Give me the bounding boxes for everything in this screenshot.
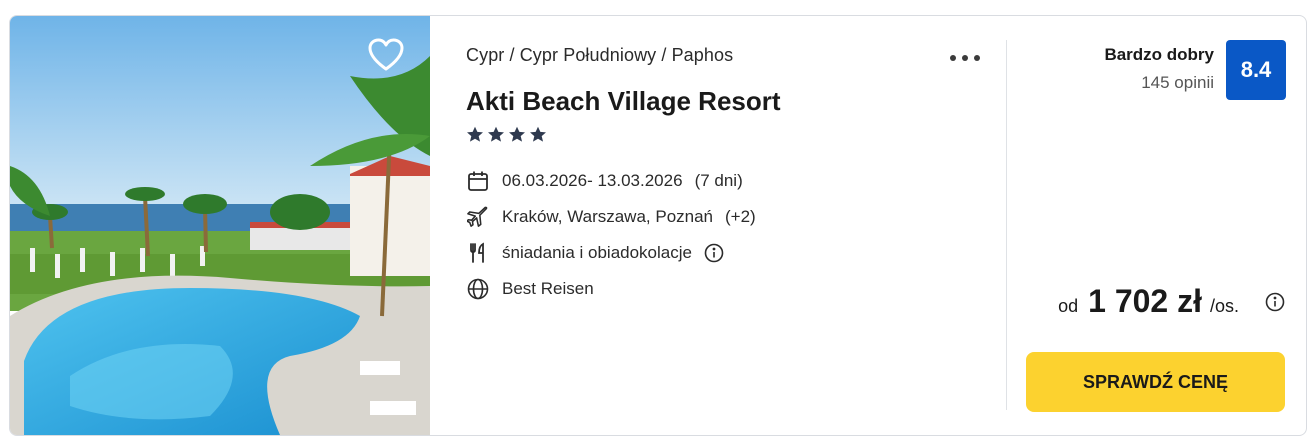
board-row: śniadania i obiadokolacje xyxy=(466,241,724,265)
hotel-stars xyxy=(466,126,547,143)
travel-dates: 06.03.2026- 13.03.2026 xyxy=(502,171,683,190)
rating-label: Bardzo dobry xyxy=(1104,45,1214,64)
rating-score-badge: 8.4 xyxy=(1226,40,1286,100)
departure-cities: Kraków, Warszawa, Poznań xyxy=(502,207,714,226)
star-icon xyxy=(488,126,504,142)
dates-row: 06.03.2026- 13.03.2026 (7 dni) xyxy=(466,169,743,193)
review-count[interactable]: 145 opinii xyxy=(1141,73,1214,93)
board-type: śniadania i obiadokolacje xyxy=(502,243,692,262)
location-breadcrumb[interactable]: Cypr / Cypr Południowy / Paphos xyxy=(466,45,733,66)
travel-duration: (7 dni) xyxy=(694,171,743,190)
favorite-heart-icon[interactable] xyxy=(368,38,404,72)
cutlery-icon xyxy=(466,241,490,265)
info-icon[interactable] xyxy=(704,243,724,263)
tour-operator: Best Reisen xyxy=(502,279,594,298)
more-options-icon[interactable] xyxy=(948,46,982,68)
globe-icon xyxy=(466,277,490,301)
operator-row: Best Reisen xyxy=(466,277,594,301)
check-price-button[interactable]: SPRAWDŹ CENĘ xyxy=(1026,352,1285,412)
divider xyxy=(1006,40,1007,410)
departure-more[interactable]: (+2) xyxy=(725,207,756,227)
price-block: od 1 702 zł /os. xyxy=(1058,283,1285,320)
hotel-photo-illustration xyxy=(10,16,430,435)
departure-row: Kraków, Warszawa, Poznań (+2) xyxy=(466,205,756,229)
hotel-name[interactable]: Akti Beach Village Resort xyxy=(466,86,781,117)
hotel-photo[interactable] xyxy=(10,16,430,435)
offer-card[interactable]: Cypr / Cypr Południowy / Paphos Akti Bea… xyxy=(9,15,1307,436)
calendar-icon xyxy=(466,169,490,193)
star-icon xyxy=(509,126,525,142)
offer-details: Cypr / Cypr Południowy / Paphos Akti Bea… xyxy=(466,16,1006,435)
star-icon xyxy=(530,126,546,142)
price-suffix: /os. xyxy=(1209,296,1239,316)
plane-icon xyxy=(466,205,490,229)
price-amount: 1 702 zł xyxy=(1088,283,1202,319)
price-info-icon[interactable] xyxy=(1265,292,1285,312)
star-icon xyxy=(467,126,483,142)
price-prefix: od xyxy=(1058,296,1079,316)
